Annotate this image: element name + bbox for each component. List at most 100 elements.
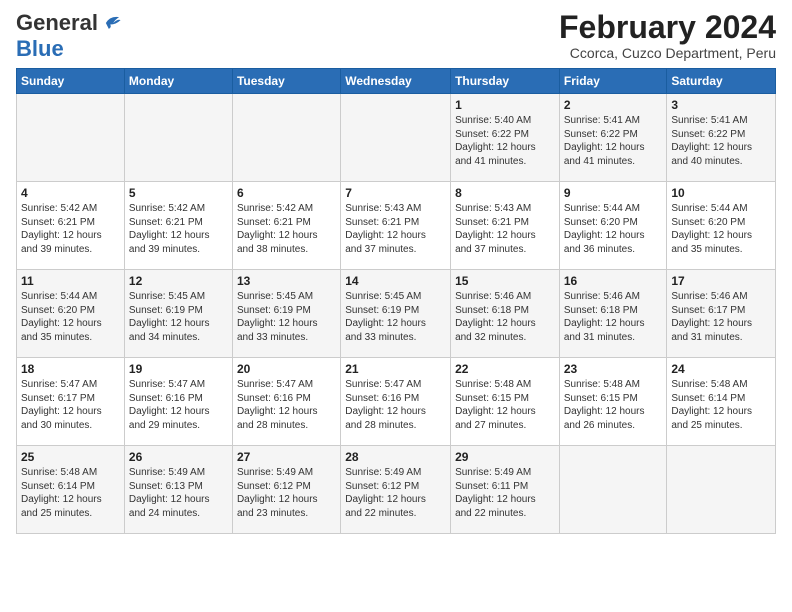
calendar-week-row: 11 Sunrise: 5:44 AM Sunset: 6:20 PM Dayli… [17,270,776,358]
calendar-day-cell: 1Sunrise: 5:40 AM Sunset: 6:22 PM Daylig… [451,94,560,182]
day-detail: Sunrise: 5:46 AM Sunset: 6:18 PM Dayligh… [564,291,645,343]
calendar-day-cell [17,94,125,182]
calendar-day-cell: 12 Sunrise: 5:45 AM Sunset: 6:19 PM Dayli… [124,270,232,358]
calendar-day-cell [559,446,667,534]
logo-general-text: General [16,10,98,36]
day-detail: Sunrise: 5:48 AM Sunset: 6:15 PM Dayligh… [564,379,645,431]
logo: General Blue [16,10,122,62]
day-number: 4 [21,186,120,200]
day-detail: Sunrise: 5:49 AM Sunset: 6:12 PM Dayligh… [345,467,426,519]
day-detail: Sunrise: 5:42 AM Sunset: 6:21 PM Dayligh… [237,203,318,255]
title-section: February 2024 Ccorca, Cuzco Department, … [559,10,776,61]
weekday-header: Friday [559,69,667,94]
calendar-day-cell: 25 Sunrise: 5:48 AM Sunset: 6:14 PM Dayli… [17,446,125,534]
day-detail: Sunrise: 5:48 AM Sunset: 6:14 PM Dayligh… [21,467,102,519]
calendar-day-cell: 24Sunrise: 5:48 AM Sunset: 6:14 PM Dayli… [667,358,776,446]
day-detail: Sunrise: 5:40 AM Sunset: 6:22 PM Dayligh… [455,115,536,167]
calendar-day-cell: 17 Sunrise: 5:46 AM Sunset: 6:17 PM Dayli… [667,270,776,358]
day-detail: Sunrise: 5:48 AM Sunset: 6:14 PM Dayligh… [671,379,752,431]
day-number: 21 [345,362,446,376]
calendar-day-cell: 5 Sunrise: 5:42 AM Sunset: 6:21 PM Daylig… [124,182,232,270]
day-detail: Sunrise: 5:45 AM Sunset: 6:19 PM Dayligh… [345,291,426,343]
calendar-day-cell: 14 Sunrise: 5:45 AM Sunset: 6:19 PM Dayli… [341,270,451,358]
calendar-day-cell: 8Sunrise: 5:43 AM Sunset: 6:21 PM Daylig… [451,182,560,270]
day-number: 10 [671,186,771,200]
calendar-day-cell: 13 Sunrise: 5:45 AM Sunset: 6:19 PM Dayli… [232,270,340,358]
page: General Blue February 2024 Ccorca, Cuzco… [0,0,792,544]
day-number: 20 [237,362,336,376]
calendar-day-cell: 7 Sunrise: 5:43 AM Sunset: 6:21 PM Daylig… [341,182,451,270]
calendar-day-cell: 27 Sunrise: 5:49 AM Sunset: 6:12 PM Dayli… [232,446,340,534]
calendar-day-cell: 15 Sunrise: 5:46 AM Sunset: 6:18 PM Dayli… [451,270,560,358]
day-detail: Sunrise: 5:42 AM Sunset: 6:21 PM Dayligh… [129,203,210,255]
day-detail: Sunrise: 5:43 AM Sunset: 6:21 PM Dayligh… [345,203,426,255]
day-detail: Sunrise: 5:44 AM Sunset: 6:20 PM Dayligh… [564,203,645,255]
day-detail: Sunrise: 5:46 AM Sunset: 6:18 PM Dayligh… [455,291,536,343]
day-number: 13 [237,274,336,288]
day-number: 28 [345,450,446,464]
calendar-day-cell: 21 Sunrise: 5:47 AM Sunset: 6:16 PM Dayli… [341,358,451,446]
calendar-day-cell: 29 Sunrise: 5:49 AM Sunset: 6:11 PM Dayli… [451,446,560,534]
header: General Blue February 2024 Ccorca, Cuzco… [16,10,776,62]
logo-bird-icon [100,12,122,34]
day-detail: Sunrise: 5:49 AM Sunset: 6:11 PM Dayligh… [455,467,536,519]
weekday-header: Saturday [667,69,776,94]
day-detail: Sunrise: 5:48 AM Sunset: 6:15 PM Dayligh… [455,379,536,431]
calendar-day-cell: 26 Sunrise: 5:49 AM Sunset: 6:13 PM Dayli… [124,446,232,534]
day-number: 5 [129,186,228,200]
day-detail: Sunrise: 5:49 AM Sunset: 6:12 PM Dayligh… [237,467,318,519]
calendar-day-cell: 22Sunrise: 5:48 AM Sunset: 6:15 PM Dayli… [451,358,560,446]
calendar-header-row: SundayMondayTuesdayWednesdayThursdayFrid… [17,69,776,94]
calendar-day-cell: 10 Sunrise: 5:44 AM Sunset: 6:20 PM Dayli… [667,182,776,270]
weekday-header: Sunday [17,69,125,94]
day-number: 19 [129,362,228,376]
calendar-day-cell: 18Sunrise: 5:47 AM Sunset: 6:17 PM Dayli… [17,358,125,446]
day-detail: Sunrise: 5:47 AM Sunset: 6:16 PM Dayligh… [129,379,210,431]
day-detail: Sunrise: 5:49 AM Sunset: 6:13 PM Dayligh… [129,467,210,519]
day-detail: Sunrise: 5:47 AM Sunset: 6:17 PM Dayligh… [21,379,102,431]
calendar-title: February 2024 [559,10,776,45]
logo-blue-text: Blue [16,36,64,62]
day-number: 16 [564,274,663,288]
day-number: 26 [129,450,228,464]
day-number: 7 [345,186,446,200]
day-number: 17 [671,274,771,288]
calendar-day-cell: 11 Sunrise: 5:44 AM Sunset: 6:20 PM Dayli… [17,270,125,358]
day-detail: Sunrise: 5:47 AM Sunset: 6:16 PM Dayligh… [237,379,318,431]
day-number: 27 [237,450,336,464]
weekday-header: Monday [124,69,232,94]
day-number: 15 [455,274,555,288]
calendar-day-cell: 2 Sunrise: 5:41 AM Sunset: 6:22 PM Daylig… [559,94,667,182]
day-number: 25 [21,450,120,464]
day-number: 3 [671,98,771,112]
calendar-day-cell: 9Sunrise: 5:44 AM Sunset: 6:20 PM Daylig… [559,182,667,270]
day-detail: Sunrise: 5:42 AM Sunset: 6:21 PM Dayligh… [21,203,102,255]
day-number: 23 [564,362,663,376]
day-number: 12 [129,274,228,288]
day-detail: Sunrise: 5:44 AM Sunset: 6:20 PM Dayligh… [21,291,102,343]
day-detail: Sunrise: 5:45 AM Sunset: 6:19 PM Dayligh… [237,291,318,343]
day-number: 2 [564,98,663,112]
calendar-day-cell: 16 Sunrise: 5:46 AM Sunset: 6:18 PM Dayli… [559,270,667,358]
day-detail: Sunrise: 5:41 AM Sunset: 6:22 PM Dayligh… [564,115,645,167]
calendar-day-cell: 4 Sunrise: 5:42 AM Sunset: 6:21 PM Daylig… [17,182,125,270]
day-detail: Sunrise: 5:45 AM Sunset: 6:19 PM Dayligh… [129,291,210,343]
calendar-day-cell [232,94,340,182]
calendar-day-cell: 19 Sunrise: 5:47 AM Sunset: 6:16 PM Dayli… [124,358,232,446]
calendar-table: SundayMondayTuesdayWednesdayThursdayFrid… [16,68,776,534]
calendar-day-cell [124,94,232,182]
weekday-header: Wednesday [341,69,451,94]
day-number: 29 [455,450,555,464]
weekday-header: Tuesday [232,69,340,94]
calendar-day-cell: 3Sunrise: 5:41 AM Sunset: 6:22 PM Daylig… [667,94,776,182]
day-number: 11 [21,274,120,288]
day-detail: Sunrise: 5:46 AM Sunset: 6:17 PM Dayligh… [671,291,752,343]
calendar-week-row: 25 Sunrise: 5:48 AM Sunset: 6:14 PM Dayli… [17,446,776,534]
day-number: 6 [237,186,336,200]
day-number: 14 [345,274,446,288]
calendar-week-row: 18Sunrise: 5:47 AM Sunset: 6:17 PM Dayli… [17,358,776,446]
day-detail: Sunrise: 5:43 AM Sunset: 6:21 PM Dayligh… [455,203,536,255]
calendar-week-row: 4 Sunrise: 5:42 AM Sunset: 6:21 PM Daylig… [17,182,776,270]
day-detail: Sunrise: 5:44 AM Sunset: 6:20 PM Dayligh… [671,203,752,255]
day-detail: Sunrise: 5:47 AM Sunset: 6:16 PM Dayligh… [345,379,426,431]
